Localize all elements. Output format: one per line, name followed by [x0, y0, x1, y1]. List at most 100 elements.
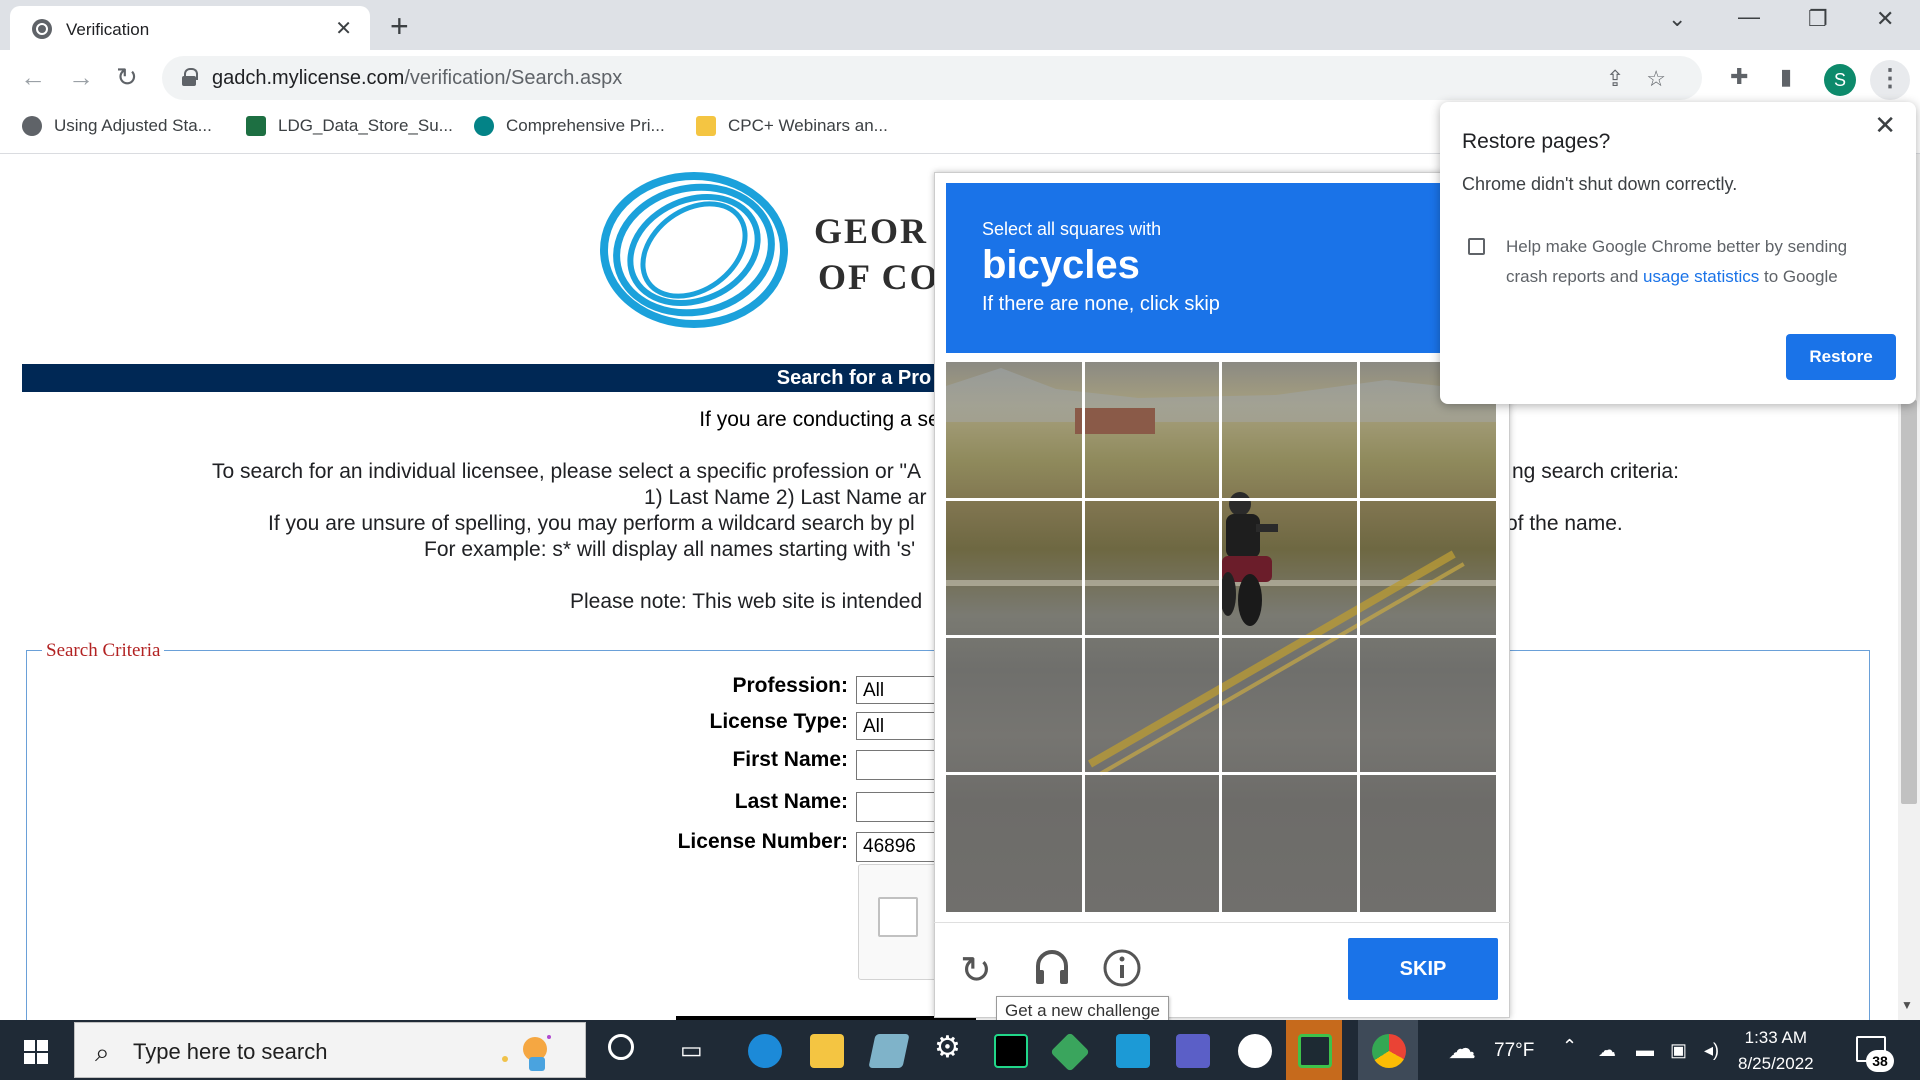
search-highlight-icon [502, 1035, 551, 1071]
captcha-tile[interactable] [946, 500, 1084, 638]
first-name-label: First Name: [732, 748, 848, 771]
forward-button[interactable]: → [68, 62, 94, 93]
captcha-tile[interactable] [946, 362, 1084, 500]
extensions-puzzle-icon[interactable]: ✚ [1730, 64, 1748, 90]
clock-date: 8/25/2022 [1738, 1054, 1814, 1073]
audio-challenge-icon[interactable] [1032, 946, 1072, 986]
url-path: /verification/Search.aspx [404, 67, 623, 89]
captcha-tile[interactable] [1084, 637, 1222, 775]
weather-cloud-icon[interactable]: ☁ [1448, 1032, 1476, 1065]
folder-icon [696, 116, 716, 136]
taskbar-search-placeholder: Type here to search [133, 1039, 328, 1064]
close-tab-icon[interactable]: ✕ [335, 16, 352, 41]
captcha-tile[interactable] [1359, 500, 1497, 638]
captcha-tile[interactable] [946, 775, 1084, 913]
captcha-tile[interactable] [1359, 637, 1497, 775]
captcha-tile[interactable] [1084, 500, 1222, 638]
side-panel-icon[interactable]: ▮ [1780, 64, 1792, 90]
info-icon[interactable] [1102, 948, 1142, 988]
globe-icon [32, 19, 52, 39]
bookmark-star-icon[interactable]: ☆ [1646, 66, 1688, 91]
license-type-label: License Type: [709, 710, 849, 733]
tab-verification[interactable]: Verification ✕ [10, 6, 370, 50]
tab-strip: Verification ✕ + ⌄ — ❐ ✕ [0, 0, 1920, 50]
scrollbar-thumb[interactable] [1901, 400, 1917, 804]
instruction-line-right: of the name. [1506, 512, 1623, 535]
file-explorer-icon[interactable] [810, 1034, 844, 1068]
bookmark-label: LDG_Data_Store_Su... [278, 116, 453, 135]
license-number-label: License Number: [677, 830, 848, 853]
url-text: gadch.mylicense.com/verification/Search.… [212, 67, 622, 90]
battery-icon[interactable]: ▬ [1636, 1040, 1654, 1061]
restore-window-button[interactable]: ❐ [1808, 6, 1828, 32]
notification-count-badge: 38 [1866, 1050, 1894, 1072]
tab-title: Verification [66, 20, 150, 39]
chevron-down-icon[interactable]: ⌄ [1668, 6, 1686, 32]
bookmark-item[interactable]: LDG_Data_Store_Su... [246, 116, 453, 136]
s-app-icon[interactable] [1116, 1034, 1150, 1068]
lock-icon[interactable] [182, 68, 198, 86]
chrome-icon[interactable] [1372, 1034, 1406, 1068]
close-window-button[interactable]: ✕ [1876, 6, 1894, 32]
usage-statistics-link[interactable]: usage statistics [1643, 267, 1759, 286]
new-tab-button[interactable]: + [390, 8, 409, 45]
show-hidden-icons-icon[interactable]: ⌃ [1562, 1036, 1577, 1057]
captcha-tile[interactable] [1221, 775, 1359, 913]
task-view-icon[interactable]: ▭ [680, 1036, 703, 1065]
org-name-line2: OF CO [818, 257, 940, 297]
share-icon[interactable]: ⇪ [1606, 66, 1646, 91]
bookmark-item[interactable]: Comprehensive Pri... [474, 116, 665, 136]
captcha-tile[interactable] [1084, 362, 1222, 500]
onedrive-icon[interactable]: ☁ [1598, 1040, 1616, 1061]
crash-report-text-2: to Google [1764, 267, 1838, 286]
pycharm-icon[interactable] [994, 1034, 1028, 1068]
instruction-line: To search for an individual licensee, pl… [212, 460, 921, 483]
captcha-tile[interactable] [1221, 500, 1359, 638]
teams-icon[interactable] [1176, 1034, 1210, 1068]
bookmark-label: Using Adjusted Sta... [54, 116, 212, 135]
captcha-tile[interactable] [1221, 637, 1359, 775]
play-app-icon[interactable] [1298, 1034, 1332, 1068]
scroll-down-arrow-icon[interactable]: ▼ [1901, 998, 1913, 1012]
network-icon[interactable]: ▣ [1670, 1040, 1687, 1061]
taskbar-clock[interactable]: 1:33 AM 8/25/2022 [1738, 1025, 1814, 1077]
notepad-icon[interactable] [868, 1034, 910, 1068]
instruction-line: For example: s* will display all names s… [424, 538, 916, 561]
restore-title: Restore pages? [1462, 130, 1611, 153]
browser-toolbar: ← → ↻ gadch.mylicense.com/verification/S… [0, 50, 1920, 106]
cortana-icon[interactable] [608, 1034, 634, 1060]
minimize-button[interactable]: — [1738, 4, 1760, 30]
settings-gear-icon[interactable]: ⚙ [934, 1030, 961, 1065]
bookmark-item[interactable]: Using Adjusted Sta... [22, 116, 212, 136]
bookmark-label: Comprehensive Pri... [506, 116, 665, 135]
captcha-header: Select all squares with bicycles If ther… [946, 183, 1496, 353]
captcha-tile[interactable] [1359, 775, 1497, 913]
restore-button[interactable]: Restore [1786, 334, 1896, 380]
crash-report-checkbox[interactable] [1468, 238, 1485, 255]
weather-temp[interactable]: 77°F [1494, 1040, 1534, 1062]
address-bar[interactable]: gadch.mylicense.com/verification/Search.… [162, 56, 1702, 100]
skip-button[interactable]: SKIP [1348, 938, 1498, 1000]
excel-icon [246, 116, 266, 136]
captcha-tile[interactable] [946, 637, 1084, 775]
bookmark-label: CPC+ Webinars an... [728, 116, 888, 135]
search-icon: ⌕ [95, 1037, 110, 1067]
captcha-footer-divider [934, 922, 1510, 923]
recaptcha-checkbox[interactable] [878, 897, 918, 937]
captcha-instruction: Select all squares with [982, 219, 1162, 239]
close-icon[interactable]: ✕ [1874, 110, 1896, 141]
captcha-tile[interactable] [1084, 775, 1222, 913]
taskbar-search-box[interactable]: ⌕ Type here to search [74, 1022, 586, 1078]
profile-avatar[interactable]: S [1824, 64, 1856, 96]
edge-icon[interactable] [748, 1034, 782, 1068]
chrome-menu-icon[interactable]: ⋮ [1870, 60, 1910, 100]
bookmark-item[interactable]: CPC+ Webinars an... [696, 116, 888, 136]
reload-button[interactable]: ↻ [116, 62, 138, 93]
captcha-tile[interactable] [1221, 362, 1359, 500]
windows-start-icon[interactable] [24, 1040, 48, 1064]
reload-challenge-icon[interactable]: ↻ [960, 948, 992, 993]
restore-pages-dialog: Restore pages? Chrome didn't shut down c… [1440, 102, 1916, 404]
slack-icon[interactable] [1238, 1034, 1272, 1068]
back-button[interactable]: ← [20, 62, 46, 93]
volume-icon[interactable]: ◂) [1704, 1040, 1719, 1061]
